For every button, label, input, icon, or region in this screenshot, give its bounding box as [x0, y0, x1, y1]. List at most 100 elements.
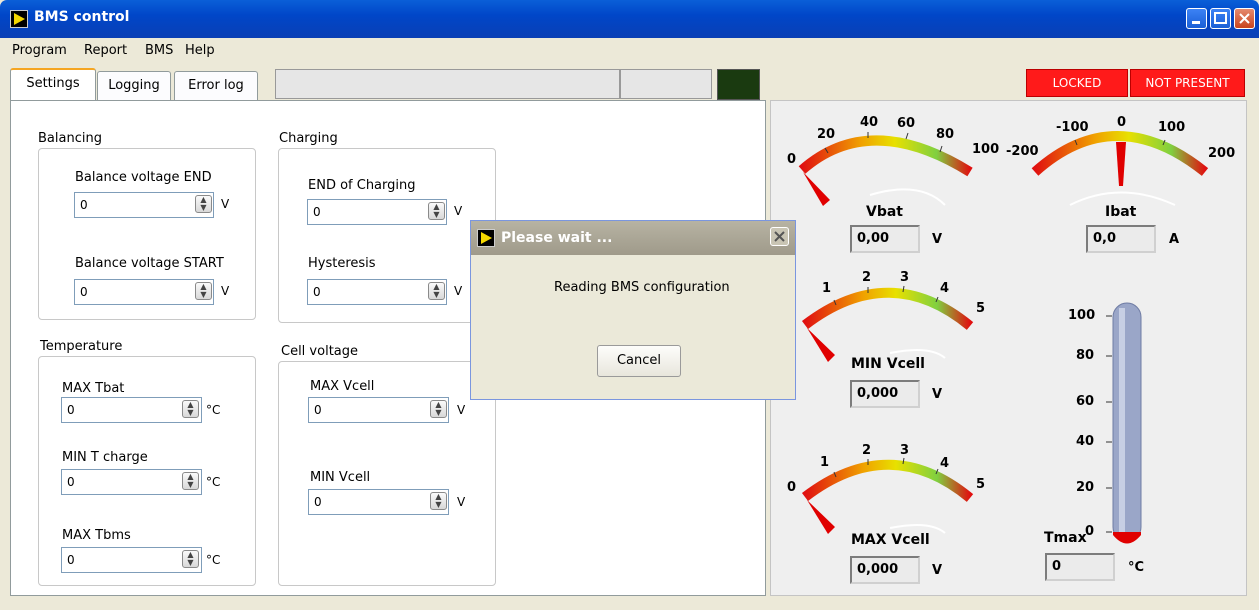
hysteresis-input[interactable]: 0	[307, 279, 447, 305]
tab-logging[interactable]: Logging	[97, 71, 171, 101]
vbat-tick-40: 40	[860, 115, 879, 130]
hysteresis-unit: V	[454, 284, 463, 298]
min-vcell-input[interactable]: 0	[308, 489, 449, 515]
ibat-tick-neg200: -200	[1006, 144, 1039, 159]
vbat-needle	[803, 172, 830, 206]
max-tbat-label: MAX Tbat	[62, 381, 125, 396]
close-button[interactable]	[1234, 8, 1255, 29]
menu-help[interactable]: Help	[185, 43, 215, 58]
min-vcell-unit: V	[457, 495, 466, 509]
balance-end-label: Balance voltage END	[75, 170, 212, 185]
min-tcharge-label: MIN T charge	[62, 450, 148, 465]
tmax-label: Tmax	[1044, 530, 1087, 546]
ibat-tick-neg100: -100	[1056, 120, 1089, 135]
title-bar: BMS control	[0, 0, 1259, 38]
min-vcell-spinner[interactable]: ▲ ▼	[430, 492, 447, 510]
maxv-tick-5: 5	[976, 477, 986, 492]
thermometer	[1106, 302, 1142, 544]
minv-tick-3: 3	[900, 270, 910, 285]
temperature-title: Temperature	[40, 339, 123, 354]
ibat-needle	[1116, 142, 1126, 186]
max-tbms-unit: °C	[206, 553, 221, 567]
hysteresis-spinner[interactable]: ▲ ▼	[428, 282, 445, 300]
close-icon	[774, 231, 785, 242]
maxv-tick-1: 1	[820, 455, 830, 470]
balance-start-spinner[interactable]: ▲ ▼	[195, 282, 212, 300]
max-vcell-needle	[807, 500, 835, 534]
maxv-tick-2: 2	[862, 443, 872, 458]
balance-start-label: Balance voltage START	[75, 256, 224, 271]
minv-tick-1: 1	[822, 281, 832, 296]
therm-tick-20: 20	[1076, 480, 1095, 495]
max-vcell-gauge-label: MAX Vcell	[851, 532, 930, 548]
menu-program[interactable]: Program	[12, 43, 67, 58]
end-charging-spinner[interactable]: ▲ ▼	[428, 202, 445, 220]
max-vcell-spinner[interactable]: ▲ ▼	[430, 400, 447, 418]
minv-tick-5: 5	[976, 301, 986, 316]
status-field	[275, 69, 620, 99]
dialog-message: Reading BMS configuration	[554, 280, 730, 295]
max-vcell-input[interactable]: 0	[308, 397, 449, 423]
app-icon	[10, 10, 28, 28]
vbat-tick-60: 60	[897, 116, 916, 131]
vbat-unit: V	[932, 232, 943, 247]
balance-start-unit: V	[221, 284, 230, 298]
balance-end-spinner[interactable]: ▲ ▼	[195, 195, 212, 213]
end-charging-unit: V	[454, 204, 463, 218]
therm-tick-60: 60	[1076, 394, 1095, 409]
balance-end-unit: V	[221, 197, 230, 211]
max-vcell-readout-unit: V	[932, 563, 943, 578]
balancing-title: Balancing	[38, 131, 102, 146]
tab-error-log[interactable]: Error log	[174, 71, 258, 101]
balance-start-input[interactable]: 0	[74, 279, 214, 305]
vbat-tick-0: 0	[787, 152, 797, 167]
dialog-body: Reading BMS configuration Cancel	[474, 255, 792, 397]
max-tbms-input[interactable]: 0	[61, 547, 202, 573]
please-wait-dialog: Please wait ... Reading BMS configuratio…	[470, 220, 796, 400]
max-vcell-label: MAX Vcell	[310, 379, 375, 394]
menu-report[interactable]: Report	[84, 43, 127, 58]
max-vcell-unit: V	[457, 403, 466, 417]
vbat-label: Vbat	[866, 204, 903, 220]
charging-title: Charging	[279, 131, 338, 146]
max-tbat-unit: °C	[206, 403, 221, 417]
end-charging-input[interactable]: 0	[307, 199, 447, 225]
max-tbat-input[interactable]: 0	[61, 397, 202, 423]
window-title: BMS control	[34, 9, 130, 25]
ibat-gauge	[1031, 131, 1209, 206]
max-vcell-readout: 0,000	[850, 556, 920, 584]
balance-end-input[interactable]: 0	[74, 192, 214, 218]
min-vcell-gauge	[801, 285, 974, 362]
tab-settings[interactable]: Settings	[10, 68, 96, 101]
minv-tick-2: 2	[862, 270, 872, 285]
min-tcharge-spinner[interactable]: ▲ ▼	[182, 472, 199, 490]
minimize-button[interactable]	[1186, 8, 1207, 29]
end-charging-label: END of Charging	[308, 178, 416, 193]
gauges-svg	[798, 131, 1209, 544]
ibat-label: Ibat	[1105, 204, 1137, 220]
minv-tick-4: 4	[940, 281, 950, 296]
max-tbat-spinner[interactable]: ▲ ▼	[182, 400, 199, 418]
max-tbms-spinner[interactable]: ▲ ▼	[182, 550, 199, 568]
tmax-readout: 0	[1045, 553, 1115, 581]
min-tcharge-input[interactable]: 0	[61, 469, 202, 495]
maxv-tick-3: 3	[900, 443, 910, 458]
therm-tick-40: 40	[1076, 434, 1095, 449]
menu-bms[interactable]: BMS	[145, 43, 173, 58]
dialog-close-button[interactable]	[770, 227, 789, 246]
cell-voltage-title: Cell voltage	[281, 344, 359, 359]
maxv-tick-0: 0	[787, 480, 797, 495]
vbat-tick-100: 100	[972, 142, 1000, 157]
dialog-app-icon	[477, 229, 495, 247]
maximize-button[interactable]	[1210, 8, 1231, 29]
cancel-button[interactable]: Cancel	[597, 345, 681, 377]
tmax-unit: °C	[1128, 560, 1145, 575]
ibat-tick-200: 200	[1208, 146, 1236, 161]
vbat-gauge	[798, 132, 973, 206]
maxv-tick-4: 4	[940, 456, 950, 471]
min-vcell-needle	[807, 328, 835, 362]
min-vcell-gauge-label: MIN Vcell	[851, 356, 925, 372]
locked-indicator: LOCKED	[1026, 69, 1128, 97]
dialog-title: Please wait ...	[501, 230, 613, 246]
max-tbms-label: MAX Tbms	[62, 528, 131, 543]
